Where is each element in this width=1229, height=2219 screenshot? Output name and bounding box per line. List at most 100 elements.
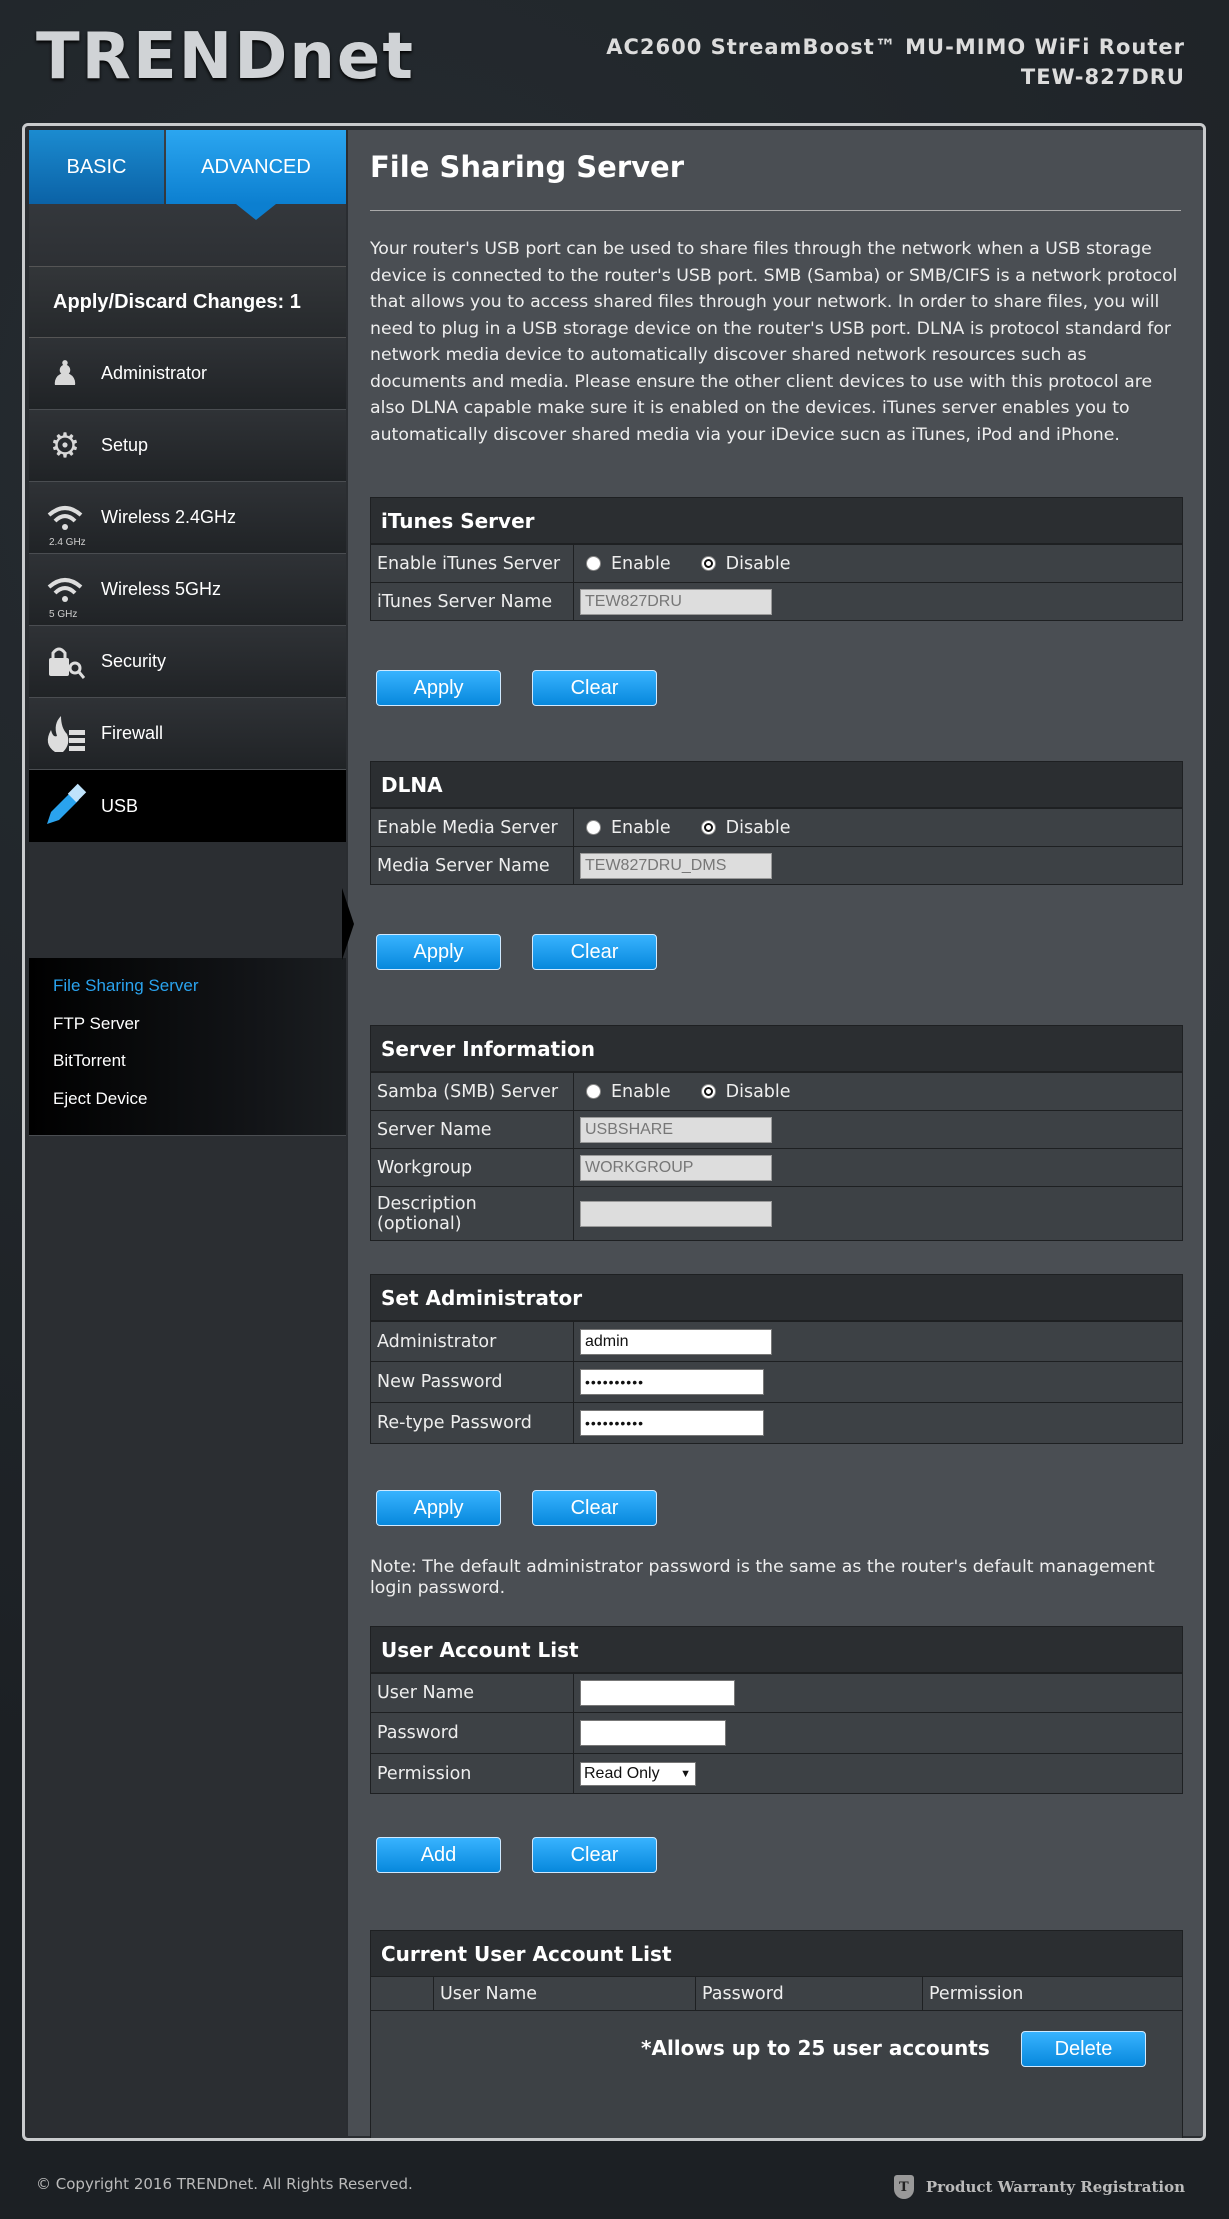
sidebar-item-setup[interactable]: ⚙ Setup xyxy=(29,410,346,482)
dlna-disable-radio[interactable] xyxy=(700,820,716,835)
nav-active-arrow xyxy=(342,888,354,960)
current-user-account-list-section: Current User Account List User Name Pass… xyxy=(370,1930,1183,2138)
admin-apply-button[interactable]: Apply xyxy=(376,1490,501,1526)
admin-password-note: Note: The default administrator password… xyxy=(370,1557,1155,1598)
submenu-file-sharing-server[interactable]: File Sharing Server xyxy=(53,976,199,996)
field-label: User Name xyxy=(371,1674,574,1712)
description-input[interactable] xyxy=(580,1200,772,1227)
apply-discard-changes[interactable]: Apply/Discard Changes: 1 xyxy=(29,266,346,338)
administrator-input[interactable]: admin xyxy=(580,1328,772,1355)
field-label: Re-type Password xyxy=(371,1403,574,1443)
sidebar-item-firewall[interactable]: Firewall xyxy=(29,698,346,770)
section-title: User Account List xyxy=(371,1627,1182,1673)
sidebar-item-wireless-24[interactable]: 2.4 GHz Wireless 2.4GHz xyxy=(29,482,346,554)
itunes-apply-button[interactable]: Apply xyxy=(376,670,501,706)
tab-active-arrow xyxy=(236,204,276,220)
itunes-clear-button[interactable]: Clear xyxy=(532,670,657,706)
sidebar-item-usb[interactable]: USB xyxy=(29,770,346,842)
sidebar-item-label: Security xyxy=(101,651,167,671)
delete-user-button[interactable]: Delete xyxy=(1021,2031,1146,2067)
itunes-disable-radio[interactable] xyxy=(700,556,716,571)
workgroup-input[interactable]: WORKGROUP xyxy=(580,1154,772,1181)
permission-selected-value: Read Only xyxy=(584,1764,660,1782)
samba-enable-radio[interactable] xyxy=(586,1084,601,1099)
description-label: Description xyxy=(377,1193,477,1214)
add-user-button[interactable]: Add xyxy=(376,1837,501,1873)
warranty-link[interactable]: T Product Warranty Registration xyxy=(893,2175,1185,2199)
sidebar-item-label: Firewall xyxy=(101,723,164,743)
intro-text: Your router's USB port can be used to sh… xyxy=(370,239,1178,445)
username-input[interactable] xyxy=(580,1680,735,1706)
media-server-name-input[interactable]: TEW827DRU_DMS xyxy=(580,852,772,879)
itunes-server-name-input[interactable]: TEW827DRU xyxy=(580,588,772,615)
sidebar: BASIC ADVANCED Apply/Discard Changes: 1 … xyxy=(29,130,346,2136)
column-header-permission: Permission xyxy=(929,1983,1024,2004)
user-clear-button[interactable]: Clear xyxy=(532,1837,657,1873)
sidebar-item-administrator[interactable]: ♟ Administrator xyxy=(29,338,346,410)
username-row: User Name xyxy=(371,1673,1182,1712)
server-name-input[interactable]: USBSHARE xyxy=(580,1116,772,1143)
field-label: Enable iTunes Server xyxy=(371,545,574,582)
field-label: Media Server Name xyxy=(371,847,574,884)
workgroup-row: Workgroup WORKGROUP xyxy=(371,1148,1182,1186)
column-header-select xyxy=(371,1977,434,2010)
permission-select[interactable]: Read Only ▼ xyxy=(580,1761,696,1786)
section-title: DLNA xyxy=(371,762,1182,808)
tab-basic[interactable]: BASIC xyxy=(29,130,164,204)
server-name-row: Server Name USBSHARE xyxy=(371,1110,1182,1148)
password-input[interactable] xyxy=(580,1720,726,1746)
dlna-enable-row: Enable Media Server Enable Disable xyxy=(371,808,1182,846)
dlna-apply-button[interactable]: Apply xyxy=(376,934,501,970)
description-optional-label: (optional) xyxy=(377,1213,462,1234)
sidebar-item-label: USB xyxy=(101,795,139,816)
table-body: *Allows up to 25 user accounts Delete xyxy=(371,2011,1182,2138)
submenu-ftp-server[interactable]: FTP Server xyxy=(53,1014,140,1034)
chevron-down-icon: ▼ xyxy=(680,1767,691,1780)
samba-row: Samba (SMB) Server Enable Disable xyxy=(371,1072,1182,1110)
sidebar-item-wireless-5[interactable]: 5 GHz Wireless 5GHz xyxy=(29,554,346,626)
sidebar-item-label: Wireless 2.4GHz xyxy=(101,507,237,527)
wifi-band-badge: 5 GHz xyxy=(49,608,78,620)
radio-label: Enable xyxy=(611,553,671,574)
wifi-icon: 5 GHz xyxy=(29,554,101,626)
max-accounts-note: *Allows up to 25 user accounts xyxy=(641,2036,990,2060)
product-title: AC2600 StreamBoost™ MU-MIMO WiFi Router … xyxy=(606,32,1185,92)
new-password-row: New Password •••••••••• xyxy=(371,1361,1182,1402)
field-label: Permission xyxy=(371,1754,574,1793)
submenu-eject-device[interactable]: Eject Device xyxy=(53,1089,147,1109)
shield-icon: T xyxy=(893,2175,914,2199)
field-label: Description (optional) xyxy=(371,1187,574,1240)
dlna-enable-radio[interactable] xyxy=(586,820,601,835)
retype-password-input[interactable]: •••••••••• xyxy=(580,1410,764,1436)
wifi-icon: 2.4 GHz xyxy=(29,482,101,554)
usb-icon xyxy=(29,770,101,842)
itunes-enable-row: Enable iTunes Server Enable Disable xyxy=(371,544,1182,582)
column-header-username: User Name xyxy=(434,1977,696,2010)
itunes-enable-radio[interactable] xyxy=(586,556,601,571)
submenu-bittorrent[interactable]: BitTorrent xyxy=(53,1051,126,1071)
radio-label: Enable xyxy=(611,1081,671,1102)
field-label: Administrator xyxy=(371,1322,574,1361)
samba-disable-radio[interactable] xyxy=(700,1084,716,1099)
server-information-section: Server Information Samba (SMB) Server En… xyxy=(370,1025,1183,1241)
section-title: Set Administrator xyxy=(371,1275,1182,1321)
field-label: iTunes Server Name xyxy=(371,583,574,620)
copyright: © Copyright 2016 TRENDnet. All Rights Re… xyxy=(36,2175,413,2193)
admin-clear-button[interactable]: Clear xyxy=(532,1490,657,1526)
field-label: Password xyxy=(371,1713,574,1753)
new-password-input[interactable]: •••••••••• xyxy=(580,1369,764,1395)
set-administrator-section: Set Administrator Administrator admin Ne… xyxy=(370,1274,1183,1444)
warranty-label: Product Warranty Registration xyxy=(925,2178,1185,2196)
tab-advanced[interactable]: ADVANCED xyxy=(166,130,346,204)
trendnet-logo[interactable]: TRENDnet xyxy=(36,22,415,92)
user-account-list-section: User Account List User Name Password Per… xyxy=(370,1626,1183,1794)
field-label: Workgroup xyxy=(371,1149,574,1186)
section-title: Current User Account List xyxy=(371,1931,1182,1977)
field-label: Server Name xyxy=(371,1111,574,1148)
sidebar-item-security[interactable]: Security xyxy=(29,626,346,698)
column-header-password: Password xyxy=(696,1977,923,2010)
lock-icon xyxy=(29,626,101,698)
dlna-name-row: Media Server Name TEW827DRU_DMS xyxy=(371,846,1182,884)
dlna-section: DLNA Enable Media Server Enable Disable … xyxy=(370,761,1183,885)
dlna-clear-button[interactable]: Clear xyxy=(532,934,657,970)
